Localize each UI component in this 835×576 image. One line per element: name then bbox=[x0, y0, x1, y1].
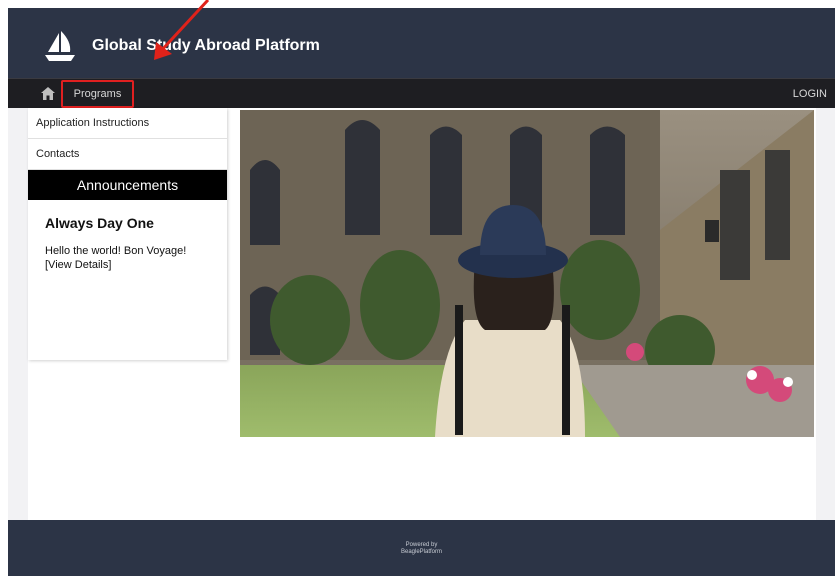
page: Global Study Abroad Platform Programs LO… bbox=[8, 8, 835, 576]
home-icon[interactable] bbox=[41, 87, 55, 100]
announcement-title: Always Day One bbox=[45, 215, 154, 231]
sidebar-item-application-instructions[interactable]: Application Instructions bbox=[28, 108, 227, 139]
sidebar-item-contacts[interactable]: Contacts bbox=[28, 139, 227, 170]
site-title[interactable]: Global Study Abroad Platform bbox=[92, 37, 320, 55]
sailboat-logo-icon[interactable] bbox=[42, 30, 78, 64]
site-footer: Powered by BeaglePlatform bbox=[8, 520, 835, 576]
powered-by-label: Powered by bbox=[405, 542, 438, 548]
powered-by-brand[interactable]: BeaglePlatform bbox=[8, 549, 835, 556]
view-details-link[interactable]: [View Details] bbox=[45, 258, 221, 272]
sidebar: Application Instructions Contacts Announ… bbox=[28, 108, 227, 360]
main-nav: Programs LOGIN bbox=[8, 78, 835, 108]
announcement-body: Hello the world! Bon Voyage! [View Detai… bbox=[45, 244, 221, 272]
login-link[interactable]: LOGIN bbox=[793, 88, 827, 100]
hero-image bbox=[240, 110, 814, 437]
announcements-header: Announcements bbox=[28, 170, 227, 200]
announcement-text: Hello the world! Bon Voyage! bbox=[45, 245, 187, 257]
site-header: Global Study Abroad Platform bbox=[8, 8, 835, 78]
main-content: Application Instructions Contacts Announ… bbox=[28, 108, 816, 521]
powered-by: Powered by BeaglePlatform bbox=[8, 542, 835, 556]
nav-programs-link[interactable]: Programs bbox=[61, 80, 134, 108]
